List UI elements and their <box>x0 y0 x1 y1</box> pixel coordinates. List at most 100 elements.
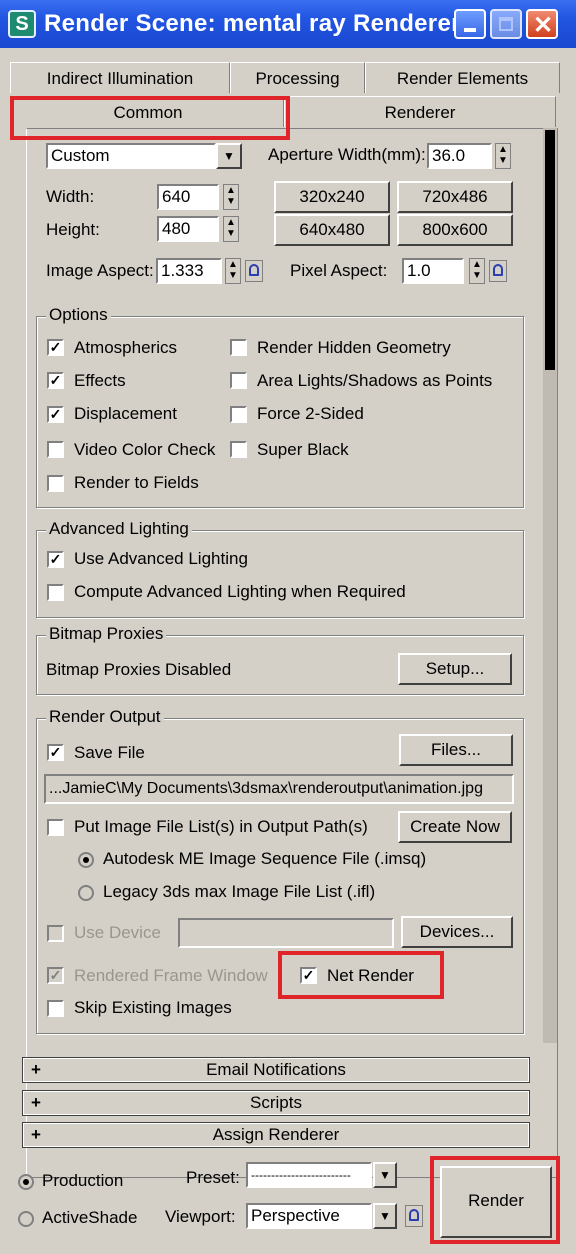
minimize-button[interactable] <box>454 9 486 39</box>
output-path-field[interactable]: ...JamieC\My Documents\3dsmax\renderoutp… <box>44 774 514 804</box>
viewport-lock-button[interactable] <box>405 1205 423 1227</box>
legacy-file-list-label: Legacy 3ds max Image File List (.ifl) <box>103 882 376 901</box>
rendered-frame-window-label: Rendered Frame Window <box>74 966 268 985</box>
use-device-checkbox[interactable] <box>47 925 64 942</box>
common-tab-highlight <box>10 96 290 140</box>
autodesk-sequence-radio[interactable] <box>78 852 94 868</box>
title-bar[interactable]: S Render Scene: mental ray Renderer ✕ <box>0 0 576 48</box>
rollout-label: Email Notifications <box>206 1060 346 1079</box>
production-radio[interactable] <box>18 1174 34 1190</box>
app-icon: S <box>8 10 36 38</box>
bitmap-proxies-title: Bitmap Proxies <box>46 624 167 644</box>
render-hidden-geometry-checkbox[interactable] <box>230 339 247 356</box>
effects-label: Effects <box>74 371 126 390</box>
viewport-select[interactable]: Perspective <box>246 1203 372 1229</box>
bitmap-proxies-setup-button[interactable]: Setup... <box>398 653 512 685</box>
scrollbar-thumb[interactable] <box>545 130 555 370</box>
preset-800x600-button[interactable]: 800x600 <box>397 214 513 246</box>
height-field[interactable]: 480 <box>157 216 219 242</box>
video-color-check-checkbox[interactable] <box>47 441 64 458</box>
save-file-checkbox[interactable]: ✓ <box>47 744 64 761</box>
width-field[interactable]: 640 <box>157 184 219 210</box>
aperture-width-label: Aperture Width(mm): <box>268 145 426 164</box>
advanced-lighting-group <box>36 530 524 618</box>
preset-720x486-button[interactable]: 720x486 <box>397 181 513 213</box>
chevron-down-icon: ▼ <box>379 1209 391 1223</box>
pixel-aspect-lock-button[interactable] <box>489 260 507 282</box>
width-spinner[interactable]: ▲ ▼ <box>223 184 239 210</box>
image-aspect-lock-button[interactable] <box>245 260 263 282</box>
preset-select[interactable]: ------------------------- <box>246 1162 372 1188</box>
legacy-file-list-radio[interactable] <box>78 885 94 901</box>
skip-existing-images-checkbox[interactable] <box>47 1000 64 1017</box>
activeshade-radio[interactable] <box>18 1211 34 1227</box>
close-button[interactable]: ✕ <box>526 9 558 39</box>
preset-640x480-button[interactable]: 640x480 <box>274 214 390 246</box>
lock-icon <box>493 264 503 276</box>
preset-select-dropdown[interactable]: ▼ <box>373 1162 397 1188</box>
viewport-label: Viewport: <box>165 1207 236 1226</box>
render-output-title: Render Output <box>46 707 164 727</box>
autodesk-sequence-label: Autodesk ME Image Sequence File (.imsq) <box>103 849 427 868</box>
height-spinner[interactable]: ▲ ▼ <box>223 216 239 242</box>
image-aspect-spinner[interactable]: ▲ ▼ <box>225 258 241 284</box>
force-2-sided-label: Force 2-Sided <box>257 404 364 423</box>
render-to-fields-checkbox[interactable] <box>47 475 64 492</box>
minimize-icon <box>464 28 476 32</box>
aperture-width-field[interactable]: 36.0 <box>427 143 492 169</box>
rendered-frame-window-checkbox[interactable]: ✓ <box>47 967 64 984</box>
tab-processing[interactable]: Processing <box>230 62 365 93</box>
options-group-title: Options <box>46 305 111 325</box>
email-notifications-rollout[interactable]: + Email Notifications <box>22 1057 530 1083</box>
put-image-file-list-checkbox[interactable] <box>47 819 64 836</box>
area-lights-shadows-label: Area Lights/Shadows as Points <box>257 371 493 390</box>
device-field[interactable] <box>178 918 394 948</box>
preset-dropdown-button[interactable]: ▼ <box>216 143 242 169</box>
compute-advanced-lighting-checkbox[interactable] <box>47 584 64 601</box>
use-advanced-lighting-checkbox[interactable]: ✓ <box>47 551 64 568</box>
maximize-icon <box>499 17 513 31</box>
video-color-check-label: Video Color Check <box>74 440 216 459</box>
expand-icon: + <box>31 1060 41 1079</box>
atmospherics-checkbox[interactable]: ✓ <box>47 339 64 356</box>
use-device-label: Use Device <box>74 923 161 942</box>
put-image-file-list-label: Put Image File List(s) in Output Path(s) <box>74 817 368 836</box>
height-label: Height: <box>46 220 100 239</box>
close-icon: ✕ <box>533 12 554 39</box>
displacement-checkbox[interactable]: ✓ <box>47 406 64 423</box>
assign-renderer-rollout[interactable]: + Assign Renderer <box>22 1122 530 1148</box>
force-2-sided-checkbox[interactable] <box>230 406 247 423</box>
super-black-label: Super Black <box>257 440 349 459</box>
render-to-fields-label: Render to Fields <box>74 473 199 492</box>
effects-checkbox[interactable]: ✓ <box>47 372 64 389</box>
preset-320x240-button[interactable]: 320x240 <box>274 181 390 213</box>
window-title: Render Scene: mental ray Renderer <box>44 10 461 37</box>
aperture-width-spinner[interactable]: ▲ ▼ <box>495 143 511 169</box>
expand-icon: + <box>31 1125 41 1144</box>
expand-icon: + <box>31 1093 41 1112</box>
pixel-aspect-spinner[interactable]: ▲ ▼ <box>469 258 485 284</box>
net-render-highlight <box>278 951 444 999</box>
save-file-label: Save File <box>74 743 145 762</box>
pixel-aspect-label: Pixel Aspect: <box>290 261 388 280</box>
output-size-preset-select[interactable]: Custom <box>46 143 216 169</box>
width-label: Width: <box>46 187 95 206</box>
render-button-highlight <box>430 1156 560 1244</box>
area-lights-shadows-checkbox[interactable] <box>230 372 247 389</box>
chevron-down-icon: ▼ <box>223 149 235 163</box>
devices-button[interactable]: Devices... <box>401 916 513 948</box>
files-button[interactable]: Files... <box>399 734 513 766</box>
image-aspect-field[interactable]: 1.333 <box>156 258 222 284</box>
use-advanced-lighting-label: Use Advanced Lighting <box>74 549 248 568</box>
tab-render-elements[interactable]: Render Elements <box>365 62 560 93</box>
create-now-button[interactable]: Create Now <box>398 811 512 843</box>
tab-indirect-illumination[interactable]: Indirect Illumination <box>10 62 230 93</box>
tab-renderer[interactable]: Renderer <box>284 96 556 127</box>
advanced-lighting-title: Advanced Lighting <box>46 519 192 539</box>
pixel-aspect-field[interactable]: 1.0 <box>402 258 464 284</box>
compute-advanced-lighting-label: Compute Advanced Lighting when Required <box>74 582 406 601</box>
viewport-select-dropdown[interactable]: ▼ <box>373 1203 397 1229</box>
maximize-button[interactable] <box>490 9 522 39</box>
super-black-checkbox[interactable] <box>230 441 247 458</box>
scripts-rollout[interactable]: + Scripts <box>22 1090 530 1116</box>
